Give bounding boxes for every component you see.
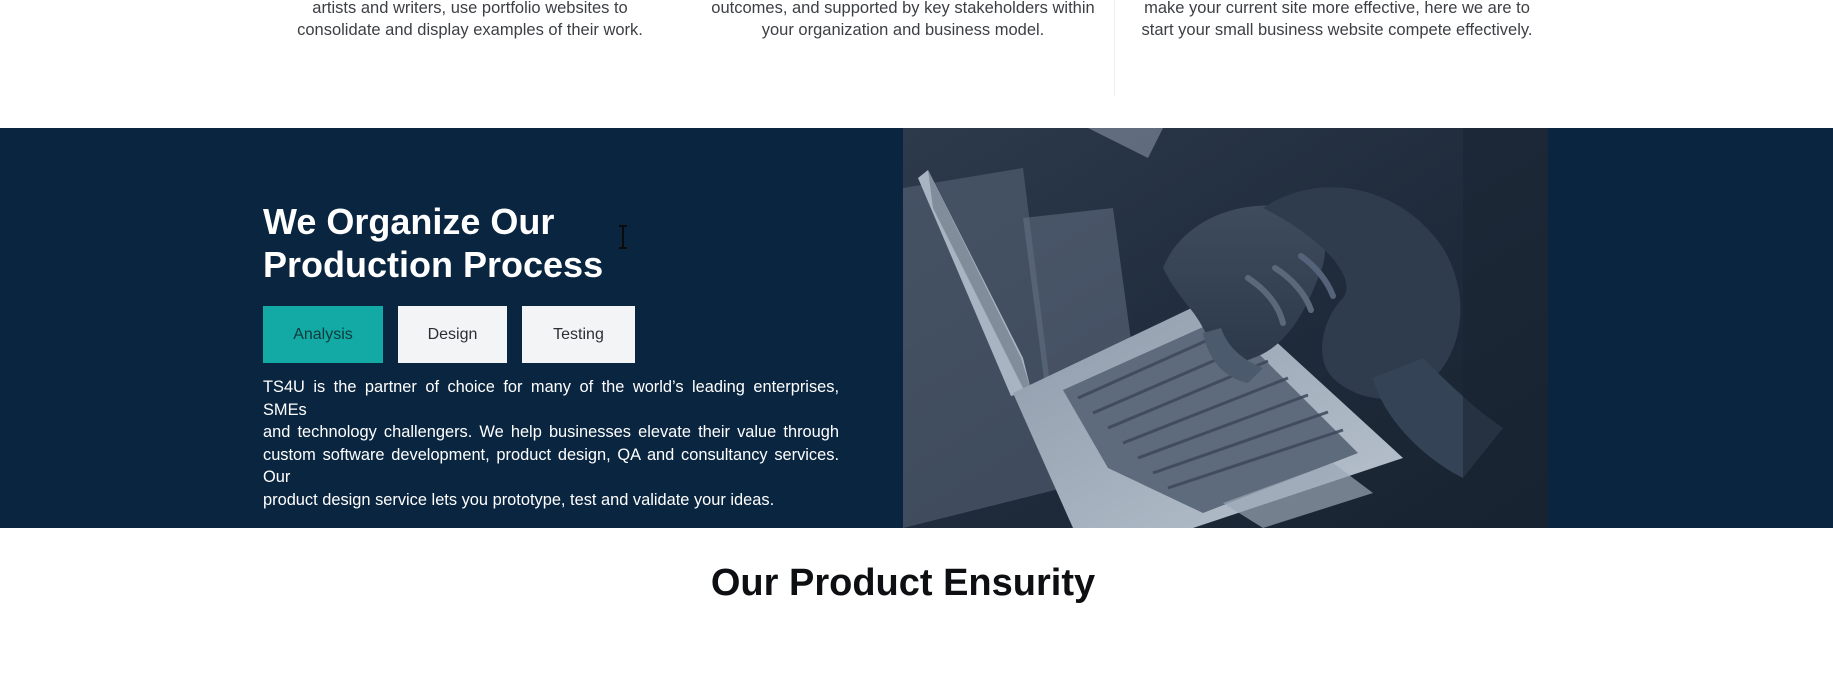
service-card-text-line: your organization and business model. (761, 20, 1045, 39)
process-description-line: custom software development, product des… (263, 445, 839, 487)
process-description: TS4U is the partner of choice for many o… (263, 376, 839, 511)
service-card-strategy: outcomes, and supported by key stakehold… (690, 0, 1116, 41)
service-card-text-line: make your current site more effective, h… (1144, 0, 1530, 17)
laptop-typing-image (903, 128, 1548, 528)
process-description-line: product design service lets you prototyp… (263, 490, 775, 509)
production-process-section: We Organize Our Production Process Analy… (0, 128, 1833, 528)
service-card-small-business: make your current site more effective, h… (1120, 0, 1554, 41)
process-title-line: We Organize Our (263, 201, 555, 242)
services-cards-strip: artists and writers, use portfolio websi… (0, 0, 1833, 128)
laptop-hands-illustration (903, 128, 1548, 528)
service-card-text-line: start your small business website compet… (1141, 20, 1533, 39)
process-description-line: TS4U is the partner of choice for many o… (263, 378, 839, 419)
ensurity-section-title: Our Product Ensurity (710, 562, 1096, 604)
tab-analysis[interactable]: Analysis (263, 306, 383, 363)
card-divider (1114, 0, 1115, 96)
process-title-line: Production Process (263, 244, 604, 285)
text-cursor-icon (619, 225, 627, 249)
process-description-line: and technology challengers. We help busi… (263, 423, 839, 441)
service-card-text-line: consolidate and display examples of thei… (297, 20, 643, 39)
tab-design[interactable]: Design (398, 306, 507, 363)
service-card-portfolio: artists and writers, use portfolio websi… (260, 0, 680, 41)
tab-testing[interactable]: Testing (522, 306, 635, 363)
process-title: We Organize Our Production Process (263, 200, 603, 286)
service-card-text-line: artists and writers, use portfolio websi… (312, 0, 628, 17)
service-card-text-line: outcomes, and supported by key stakehold… (711, 0, 1095, 17)
